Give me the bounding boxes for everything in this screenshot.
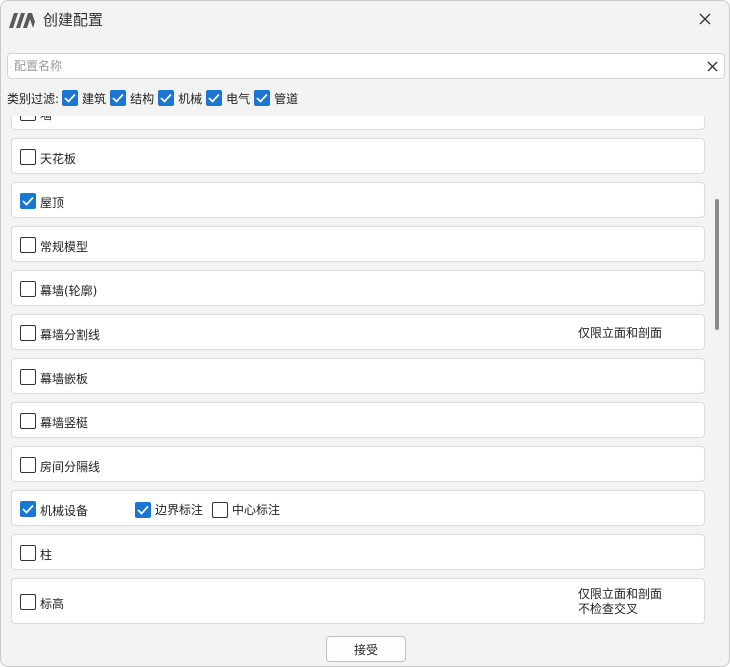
checkmark-icon (256, 93, 268, 103)
filter-option-label: 机械 (178, 91, 203, 106)
close-button[interactable] (695, 9, 715, 29)
filter-checkbox[interactable] (206, 90, 223, 106)
filter-checkbox[interactable] (158, 90, 175, 106)
filter-checkbox[interactable] (110, 90, 127, 106)
category-checkbox[interactable] (20, 325, 36, 341)
checkmark-icon (160, 93, 172, 103)
category-checkbox[interactable] (20, 237, 36, 253)
category-label: 幕墙竖梃 (40, 416, 89, 430)
annotation-checkbox[interactable] (135, 501, 151, 518)
annotation-option-label: 中心标注 (232, 503, 281, 517)
filter-option-label: 电气 (226, 91, 251, 106)
checkmark-icon (64, 93, 76, 103)
category-checkbox[interactable] (20, 594, 36, 610)
category-checkbox[interactable] (20, 149, 36, 165)
category-checkbox[interactable] (20, 501, 36, 517)
category-checkbox[interactable] (20, 369, 36, 385)
search-box (7, 53, 725, 79)
category-row[interactable]: 屋顶 (11, 182, 705, 218)
checkmark-icon (137, 505, 149, 515)
filter-option[interactable]: 建筑 (62, 90, 106, 107)
annotation-checkbox[interactable] (212, 501, 228, 518)
filter-checkbox[interactable] (62, 90, 79, 106)
category-label: 机械设备 (40, 504, 89, 518)
category-row[interactable]: 天花板 (11, 138, 705, 174)
filter-option-label: 结构 (130, 91, 155, 106)
category-label: 标高 (40, 597, 65, 611)
filter-option[interactable]: 结构 (110, 90, 154, 107)
annotation-option-label: 边界标注 (155, 503, 204, 517)
category-label: 天花板 (40, 152, 77, 166)
category-label: 常规模型 (40, 240, 89, 254)
category-label: 柱 (40, 548, 53, 562)
category-note-line: 不检查交叉 (578, 602, 639, 616)
category-note: 仅限立面和剖面 不检查交叉 (578, 587, 662, 617)
create-config-dialog: 创建配置 类别过滤: 建筑 结构 机械 电气 管道 墙天花板屋顶常规模型幕墙(轮廓) 幕墙… (0, 0, 730, 667)
app-logo-icon (9, 13, 35, 28)
category-filter: 类别过滤: 建筑 结构 机械 电气 管道 (7, 88, 302, 108)
category-checkbox[interactable] (20, 457, 36, 473)
scrollbar-thumb[interactable] (715, 199, 719, 330)
close-icon (699, 13, 711, 25)
checkmark-icon (22, 504, 34, 514)
category-label: 幕墙嵌板 (40, 372, 89, 386)
category-label: 屋顶 (40, 196, 65, 210)
category-note-line: 仅限立面和剖面 (578, 326, 663, 340)
filter-option-label: 建筑 (82, 91, 107, 106)
category-label: 房间分隔线 (40, 460, 101, 474)
category-row[interactable]: 标高 仅限立面和剖面 不检查交叉 (11, 578, 705, 624)
accept-button[interactable]: 接受 (326, 636, 406, 662)
category-label: 幕墙(轮廓) (40, 284, 98, 298)
checkmark-icon (112, 93, 124, 103)
category-row[interactable]: 幕墙嵌板 (11, 358, 705, 394)
checkmark-icon (208, 93, 220, 103)
filter-checkbox[interactable] (254, 90, 271, 106)
checkmark-icon (22, 196, 34, 206)
category-label: 幕墙分割线 (40, 328, 101, 342)
filter-option-label: 管道 (274, 91, 299, 106)
category-list[interactable]: 墙天花板屋顶常规模型幕墙(轮廓)幕墙分割线仅限立面和剖面幕墙嵌板幕墙竖梃房间分隔… (1, 116, 713, 627)
annotation-option[interactable]: 边界标注 (135, 501, 203, 518)
category-label: 墙 (40, 116, 52, 123)
category-filter-label: 类别过滤: (7, 91, 60, 106)
category-row[interactable]: 常规模型 (11, 226, 705, 262)
category-checkbox[interactable] (20, 193, 36, 209)
category-row[interactable]: 幕墙分割线 仅限立面和剖面 (11, 314, 705, 350)
config-name-input[interactable] (14, 57, 694, 75)
filter-option[interactable]: 机械 (158, 90, 202, 107)
category-note-line: 仅限立面和剖面 (578, 587, 663, 601)
category-checkbox[interactable] (20, 116, 36, 121)
category-row[interactable]: 幕墙竖梃 (11, 402, 705, 438)
window-title: 创建配置 (43, 11, 104, 29)
clear-search-button[interactable] (704, 58, 720, 74)
category-row[interactable]: 房间分隔线 (11, 446, 705, 482)
category-note: 仅限立面和剖面 (578, 326, 662, 341)
filter-option[interactable]: 电气 (206, 90, 250, 107)
category-row[interactable]: 幕墙(轮廓) (11, 270, 705, 306)
category-checkbox[interactable] (20, 545, 36, 561)
category-row[interactable]: 柱 (11, 534, 705, 570)
category-row[interactable]: 机械设备 边界标注 中心标注 (11, 490, 705, 526)
annotation-option[interactable]: 中心标注 (212, 501, 280, 518)
category-checkbox[interactable] (20, 281, 36, 297)
clear-icon (707, 61, 717, 71)
title-bar: 创建配置 (1, 1, 729, 37)
filter-option[interactable]: 管道 (254, 90, 298, 107)
category-row[interactable]: 墙 (11, 116, 705, 130)
category-checkbox[interactable] (20, 413, 36, 429)
